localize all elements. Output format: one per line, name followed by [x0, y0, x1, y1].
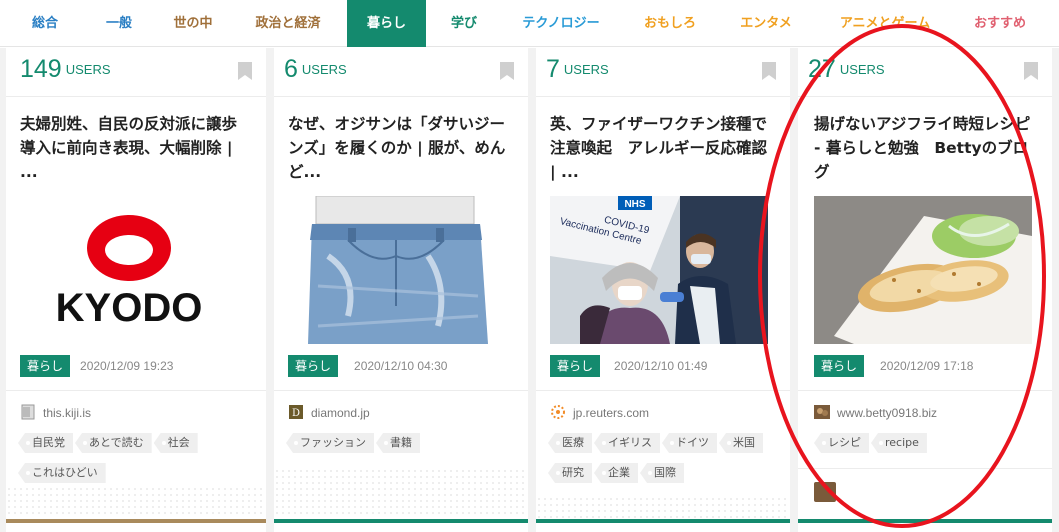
tag[interactable]: 書籍 [376, 433, 420, 453]
tag[interactable]: recipe [871, 433, 927, 453]
kyodo-logo-icon: KYODO [56, 215, 203, 330]
tab-fun[interactable]: おもしろ [630, 0, 710, 47]
source-link[interactable]: this.kiji.is [20, 404, 91, 422]
entry-title[interactable]: 揚げないアジフライ時短レシピ - 暮らしと勉強 Bettyのブログ [814, 112, 1040, 184]
blog-avatar-icon [814, 405, 830, 419]
category-bar [798, 519, 1052, 523]
tab-politics-economy[interactable]: 政治と経済 [240, 0, 336, 47]
jeans-illustration-icon [288, 196, 506, 344]
category-bar [536, 519, 790, 523]
entry-meta: 暮らし 2020/12/10 01:49 [550, 355, 707, 377]
tag[interactable]: 社会 [153, 433, 198, 453]
entry-meta: 暮らし 2020/12/10 04:30 [288, 355, 447, 377]
entry-thumbnail[interactable] [288, 196, 506, 344]
category-bar [6, 519, 266, 523]
fried-fish-photo-icon [814, 196, 1032, 344]
source-link[interactable]: jp.reuters.com [550, 404, 649, 422]
entry-date: 2020/12/09 17:18 [880, 359, 974, 373]
diamond-icon: D [289, 405, 303, 419]
page-icon [21, 404, 35, 420]
entry-date: 2020/12/10 01:49 [614, 359, 708, 373]
svg-text:D: D [292, 408, 300, 419]
entry-title[interactable]: 夫婦別姓、自民の反対派に譲歩 導入に前向き表現、大幅削除 | ... [20, 112, 254, 184]
entry-thumbnail[interactable] [814, 196, 1032, 344]
users-count[interactable]: 149 USERS [20, 54, 111, 84]
entry-thumbnail[interactable]: NHS COVID-19 Vaccination Centre [550, 196, 768, 344]
column-gutter [266, 48, 274, 532]
tab-recommended[interactable]: おすすめ [960, 0, 1040, 47]
tag[interactable]: これはひどい [18, 463, 106, 483]
bookmark-icon[interactable] [238, 62, 252, 80]
nhs-text: NHS [624, 199, 645, 210]
entry-meta: 暮らし 2020/12/09 17:18 [814, 355, 973, 377]
tag[interactable]: あとで読む [75, 433, 152, 453]
entry-card: 7 USERS 英、ファイザーワクチン接種で注意喚起 アレルギー反応確認 | ..… [536, 48, 790, 532]
reuters-icon [551, 405, 565, 419]
divider [798, 390, 1052, 391]
kyodo-logo-text: KYODO [56, 286, 203, 330]
category-badge[interactable]: 暮らし [20, 355, 71, 377]
divider [6, 390, 266, 391]
tag[interactable]: 研究 [548, 463, 592, 483]
divider [798, 468, 1052, 469]
tab-learning[interactable]: 学び [434, 0, 494, 47]
column-gutter [790, 48, 798, 532]
divider [536, 96, 790, 97]
users-count[interactable]: 7 USERS [546, 54, 609, 84]
tag[interactable]: イギリス [594, 433, 660, 453]
entry-title[interactable]: 英、ファイザーワクチン接種で注意喚起 アレルギー反応確認 | ... [550, 112, 778, 184]
entry-card: 27 USERS 揚げないアジフライ時短レシピ - 暮らしと勉強 Bettyのブロ… [798, 48, 1052, 532]
divider [274, 390, 528, 391]
divider [798, 96, 1052, 97]
entry-card: 6 USERS なぜ、オジサンは「ダサいジーンズ」を履くのか | 服が、めんど..… [274, 48, 528, 532]
tag[interactable]: 医療 [548, 433, 592, 453]
dotted-placeholder [274, 468, 528, 518]
tag[interactable]: 国際 [640, 463, 684, 483]
tab-general-all[interactable]: 総合 [14, 0, 76, 47]
tag[interactable]: レシピ [814, 433, 869, 453]
users-count[interactable]: 6 USERS [284, 54, 347, 84]
category-badge[interactable]: 暮らし [288, 355, 339, 377]
tag-list: 自民党 あとで読む 社会これはひどい [18, 431, 260, 491]
column-gutter [528, 48, 536, 532]
entry-title[interactable]: なぜ、オジサンは「ダサいジーンズ」を履くのか | 服が、めんど... [288, 112, 516, 184]
users-count[interactable]: 27 USERS [808, 54, 885, 84]
entry-date: 2020/12/09 19:23 [80, 359, 174, 373]
entry-date: 2020/12/10 04:30 [354, 359, 448, 373]
source-link[interactable]: Ddiamond.jp [288, 404, 370, 422]
dotted-placeholder [6, 486, 266, 518]
divider [6, 96, 266, 97]
category-bar [274, 519, 528, 523]
tab-technology[interactable]: テクノロジー [503, 0, 619, 47]
bookmark-icon[interactable] [500, 62, 514, 80]
column-gutter [1052, 48, 1059, 532]
tab-entertainment[interactable]: エンタメ [726, 0, 806, 47]
tab-society[interactable]: 世の中 [162, 0, 224, 47]
vaccination-photo-icon: NHS COVID-19 Vaccination Centre [550, 196, 768, 344]
tag[interactable]: ファッション [286, 433, 374, 453]
tab-life[interactable]: 暮らし [347, 0, 426, 47]
entry-card: 149 USERS 夫婦別姓、自民の反対派に譲歩 導入に前向き表現、大幅削除 | … [6, 48, 266, 532]
dotted-placeholder [536, 496, 790, 518]
source-link[interactable]: www.betty0918.biz [814, 404, 937, 422]
tag[interactable]: ドイツ [662, 433, 717, 453]
category-badge[interactable]: 暮らし [814, 355, 865, 377]
tab-general[interactable]: 一般 [88, 0, 150, 47]
tag[interactable]: 自民党 [18, 433, 73, 453]
category-badge[interactable]: 暮らし [550, 355, 601, 377]
bookmark-icon[interactable] [762, 62, 776, 80]
tag[interactable]: 米国 [719, 433, 763, 453]
tag[interactable]: 企業 [594, 463, 638, 483]
tab-anime-games[interactable]: アニメとゲーム [826, 0, 944, 47]
tag-list: 医療 イギリス ドイツ 米国研究 企業 国際 [548, 431, 784, 491]
tag-list: ファッション 書籍 [286, 431, 522, 461]
entry-meta: 暮らし 2020/12/09 19:23 [20, 355, 173, 377]
category-nav: 総合 一般 世の中 政治と経済 暮らし 学び テクノロジー おもしろ エンタメ … [0, 0, 1059, 47]
divider [274, 96, 528, 97]
bookmark-icon[interactable] [1024, 62, 1038, 80]
entry-thumbnail[interactable]: KYODO [20, 196, 238, 344]
divider [536, 390, 790, 391]
tag-list: レシピ recipe [814, 431, 1046, 461]
user-avatar[interactable] [814, 482, 836, 502]
